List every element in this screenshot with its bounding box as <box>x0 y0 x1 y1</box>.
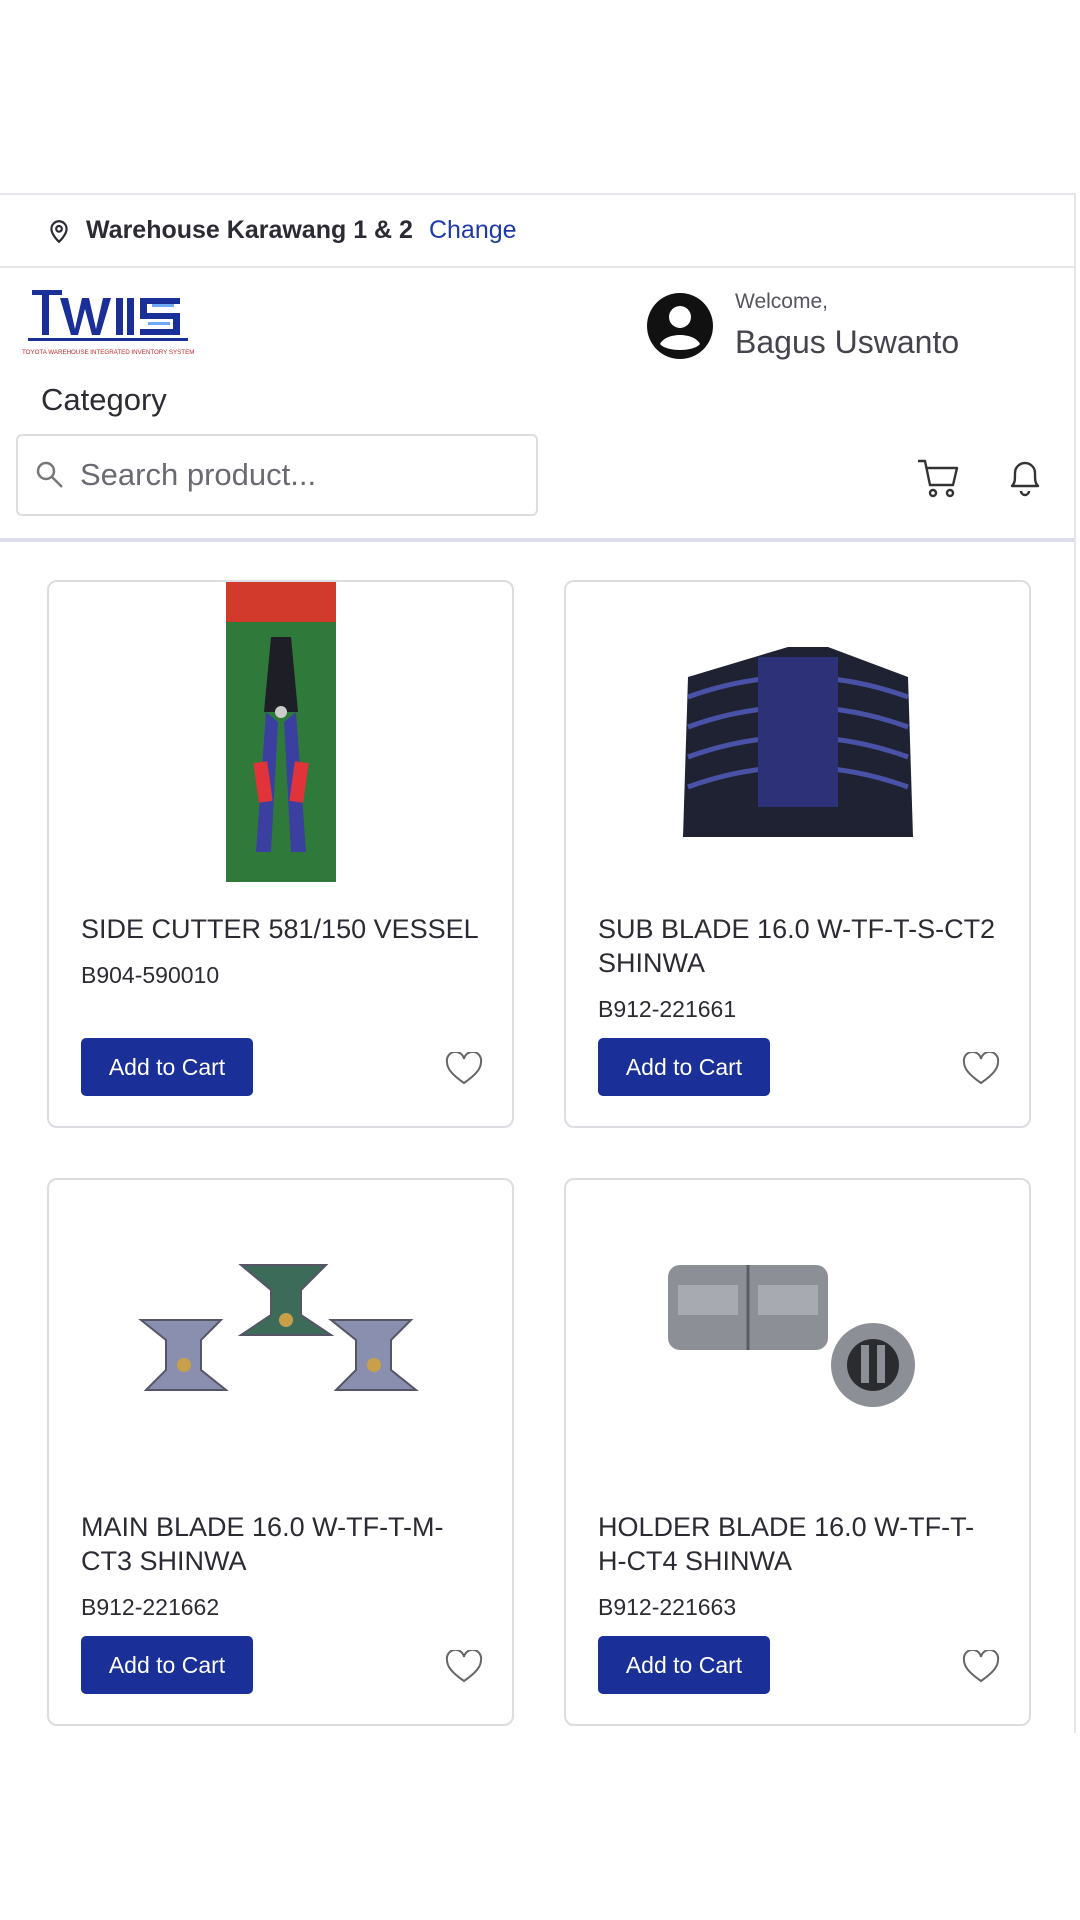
user-name: Bagus Uswanto <box>735 324 960 360</box>
holder-blade-image <box>667 1265 915 1407</box>
product-code: B912-221661 <box>598 996 737 1022</box>
warehouse-name: Warehouse Karawang 1 & 2 <box>86 216 413 244</box>
product-image[interactable] <box>69 582 492 882</box>
product-image[interactable] <box>586 1180 1009 1480</box>
sub-blade-image <box>682 647 913 837</box>
category-menu[interactable]: Category <box>41 382 167 418</box>
side-cutter-image <box>225 582 336 882</box>
product-card[interactable]: MAIN BLADE 16.0 W-TF-T-M-CT3 SHINWA B912… <box>47 1178 514 1726</box>
product-card[interactable]: SIDE CUTTER 581/150 VESSEL B904-590010 A… <box>47 580 514 1128</box>
header-divider <box>0 538 1074 542</box>
main-blade-image <box>137 1264 419 1391</box>
product-code: B904-590010 <box>81 962 220 988</box>
product-code: B912-221662 <box>81 1594 220 1620</box>
notification-bell-icon[interactable] <box>1006 456 1044 498</box>
product-title[interactable]: MAIN BLADE 16.0 W-TF-T-M-CT3 SHINWA <box>81 1510 481 1578</box>
product-title[interactable]: SIDE CUTTER 581/150 VESSEL <box>81 912 481 946</box>
welcome-text: Welcome, <box>735 290 828 313</box>
user-welcome[interactable]: Welcome, Bagus Uswanto <box>646 290 959 361</box>
favorite-heart-icon[interactable] <box>445 1052 483 1086</box>
product-image[interactable] <box>69 1180 492 1480</box>
favorite-heart-icon[interactable] <box>445 1650 483 1684</box>
header: TOYOTA WAREHOUSE INTEGRATED INVENTORY SY… <box>0 270 1074 545</box>
add-to-cart-button[interactable]: Add to Cart <box>598 1038 770 1096</box>
product-code: B912-221663 <box>598 1594 737 1620</box>
product-image[interactable] <box>586 582 1009 882</box>
cart-icon[interactable] <box>916 457 960 499</box>
favorite-heart-icon[interactable] <box>962 1650 1000 1684</box>
search-input[interactable] <box>80 457 500 493</box>
search-icon <box>36 461 63 488</box>
add-to-cart-button[interactable]: Add to Cart <box>598 1636 770 1694</box>
favorite-heart-icon[interactable] <box>962 1052 1000 1086</box>
product-title[interactable]: SUB BLADE 16.0 W-TF-T-S-CT2 SHINWA <box>598 912 998 980</box>
add-to-cart-button[interactable]: Add to Cart <box>81 1038 253 1096</box>
product-card[interactable]: SUB BLADE 16.0 W-TF-T-S-CT2 SHINWA B912-… <box>564 580 1031 1128</box>
location-pin-icon <box>50 219 68 243</box>
search-box[interactable] <box>16 434 538 516</box>
product-card[interactable]: HOLDER BLADE 16.0 W-TF-T-H-CT4 SHINWA B9… <box>564 1178 1031 1726</box>
add-to-cart-button[interactable]: Add to Cart <box>81 1636 253 1694</box>
user-avatar-icon <box>647 292 713 359</box>
change-warehouse-link[interactable]: Change <box>429 216 517 245</box>
product-title[interactable]: HOLDER BLADE 16.0 W-TF-T-H-CT4 SHINWA <box>598 1510 998 1578</box>
twiis-logo[interactable]: TOYOTA WAREHOUSE INTEGRATED INVENTORY SY… <box>20 284 205 364</box>
app-frame: Warehouse Karawang 1 & 2 Change TOYOTA W… <box>0 193 1076 1733</box>
logo-tagline: TOYOTA WAREHOUSE INTEGRATED INVENTORY SY… <box>22 349 194 356</box>
location-bar: Warehouse Karawang 1 & 2 Change <box>0 195 1074 268</box>
